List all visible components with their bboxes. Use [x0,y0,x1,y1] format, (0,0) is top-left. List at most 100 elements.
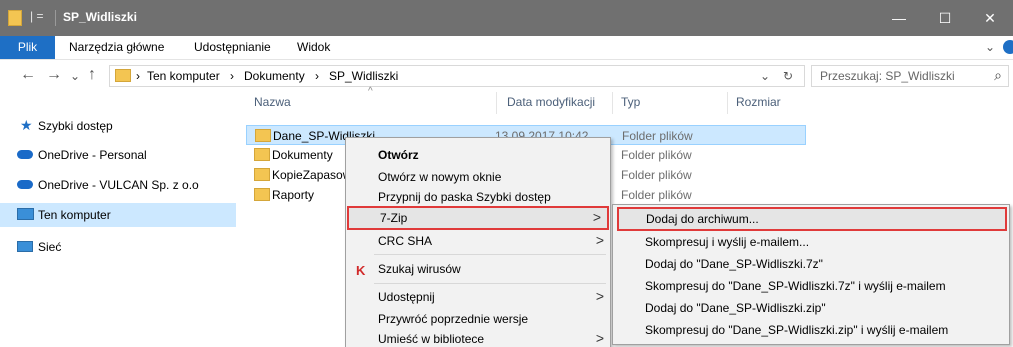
search-input[interactable]: Przeszukaj: SP_Widliszki ⌕ [811,65,1009,87]
tab-narzedzia-glowne[interactable]: Narzędzia główne [69,36,164,59]
column-divider[interactable] [496,92,497,114]
column-header-type[interactable]: Typ [621,95,640,109]
sidebar-item-ten-komputer[interactable]: Ten komputer [0,203,236,227]
file-type: Folder plików [621,168,692,182]
file-name: Dokumenty [272,148,333,162]
navigation-pane: ★ Szybki dostęp OneDrive - Personal OneD… [0,92,238,347]
menu-item-udostepnij[interactable]: Udostępnij > [346,286,610,308]
breadcrumb-dokumenty[interactable]: Dokumenty [244,69,305,83]
sidebar-item-label: OneDrive - VULCAN Sp. z o.o [38,178,199,192]
address-bar-row: ← → ⌄ ↑ › Ten komputer › Dokumenty › SP_… [0,62,1013,90]
submenu-item-dodaj-7z[interactable]: Dodaj do "Dane_SP-Widliszki.7z" [613,253,1009,275]
column-header-name[interactable]: Nazwa [254,95,291,109]
menu-item-label: Dodaj do "Dane_SP-Widliszki.zip" [645,301,826,315]
menu-item-umiesc-w-bibliotece[interactable]: Umieść w bibliotece > [346,328,610,347]
column-header-date[interactable]: Data modyfikacji [507,95,595,109]
sidebar-item-onedrive-personal[interactable]: OneDrive - Personal [0,143,236,167]
menu-item-label: Skompresuj do "Dane_SP-Widliszki.7z" i w… [645,279,946,293]
menu-item-label: Skompresuj do "Dane_SP-Widliszki.zip" i … [645,323,949,337]
address-dropdown-icon[interactable]: ⌄ [760,69,770,83]
menu-item-label: CRC SHA [378,234,433,248]
menu-item-label: Otwórz [378,148,419,162]
cloud-icon [17,150,33,159]
breadcrumb-ten-komputer[interactable]: Ten komputer [147,69,220,83]
menu-separator [374,283,606,284]
tab-widok[interactable]: Widok [297,36,330,59]
submenu-arrow-icon: > [595,232,604,248]
window-title: SP_Widliszki [63,10,137,24]
refresh-icon[interactable]: ↻ [783,69,793,83]
menu-item-crc-sha[interactable]: CRC SHA > [346,230,610,252]
search-placeholder: Przeszukaj: SP_Widliszki [820,69,955,83]
menu-item-przypnij[interactable]: Przypnij do paska Szybki dostęp [346,186,610,208]
help-icon[interactable] [1003,40,1013,54]
file-type: Folder plików [622,129,693,143]
submenu-arrow-icon: > [592,209,601,225]
breadcrumb-separator[interactable]: › [315,69,319,83]
submenu-item-skompresuj-zip-email[interactable]: Skompresuj do "Dane_SP-Widliszki.zip" i … [613,319,1009,341]
menu-item-otworz-w-nowym-oknie[interactable]: Otwórz w nowym oknie [346,166,610,188]
column-divider[interactable] [727,92,728,114]
menu-item-label: Przypnij do paska Szybki dostęp [378,190,551,204]
menu-item-label: 7-Zip [380,211,408,225]
quick-access-toolbar[interactable]: | = [30,9,43,23]
tab-plik[interactable]: Plik [0,36,55,59]
maximize-button[interactable]: ☐ [922,0,968,36]
submenu-arrow-icon: > [595,288,604,304]
folder-icon [254,168,270,181]
forward-button[interactable]: → [46,66,62,84]
submenu-arrow-icon: > [595,330,604,346]
divider [55,10,56,26]
menu-item-label: Skompresuj i wyślij e-mailem... [645,235,810,249]
recent-locations-button[interactable]: ⌄ [70,69,80,83]
close-button[interactable]: ✕ [967,0,1013,36]
menu-item-label: Przywróć poprzednie wersje [378,312,529,326]
menu-item-szukaj-wirusow[interactable]: K Szukaj wirusów [346,258,610,280]
star-icon: ★ [20,117,33,133]
folder-icon [115,69,131,82]
menu-item-label: Dodaj do "Dane_SP-Widliszki.7z" [645,257,823,271]
submenu-item-dodaj-zip[interactable]: Dodaj do "Dane_SP-Widliszki.zip" [613,297,1009,319]
computer-icon [17,208,34,220]
submenu-item-skompresuj-7z-email[interactable]: Skompresuj do "Dane_SP-Widliszki.7z" i w… [613,275,1009,297]
breadcrumb-separator[interactable]: › [230,69,234,83]
menu-separator [374,254,606,255]
search-icon[interactable]: ⌕ [994,67,1002,84]
folder-icon [254,148,270,161]
folder-icon [255,129,271,142]
breadcrumb-sp-widliszki[interactable]: SP_Widliszki [329,69,398,83]
submenu-item-dodaj-do-archiwum[interactable]: Dodaj do archiwum... [617,207,1007,231]
menu-item-label: Umieść w bibliotece [378,332,485,346]
menu-item-przywroc[interactable]: Przywróć poprzednie wersje [346,308,610,330]
sidebar-item-onedrive-vulcan[interactable]: OneDrive - VULCAN Sp. z o.o [0,173,236,197]
menu-item-label: Otwórz w nowym oknie [378,170,502,184]
sidebar-item-szybki-dostep[interactable]: ★ Szybki dostęp [0,114,236,138]
up-button[interactable]: ↑ [88,66,96,84]
file-type: Folder plików [621,188,692,202]
menu-item-7zip[interactable]: 7-Zip > [347,206,609,230]
sidebar-item-label: Sieć [38,240,62,254]
context-menu: Otwórz Otwórz w nowym oknie Przypnij do … [345,137,611,347]
column-divider[interactable] [612,92,613,114]
submenu-item-skompresuj-email[interactable]: Skompresuj i wyślij e-mailem... [613,231,1009,253]
title-bar: | = SP_Widliszki — ☐ ✕ [0,0,1013,36]
cloud-icon [17,180,33,189]
address-bar[interactable]: › Ten komputer › Dokumenty › SP_Widliszk… [109,65,805,87]
minimize-button[interactable]: — [876,0,922,36]
folder-icon [8,10,22,26]
ribbon-collapse-icon[interactable]: ⌄ [985,36,995,59]
tab-udostepnianie[interactable]: Udostępnianie [194,36,271,59]
sort-indicator-icon: ^ [368,86,373,97]
menu-item-label: Szukaj wirusów [378,262,461,276]
network-icon [17,241,33,252]
antivirus-icon: K [356,263,366,278]
back-button[interactable]: ← [20,66,36,84]
folder-icon [254,188,270,201]
sidebar-item-siec[interactable]: Sieć [0,235,236,259]
sidebar-item-label: Ten komputer [38,208,111,222]
column-header-size[interactable]: Rozmiar [736,95,781,109]
submenu-7zip: Dodaj do archiwum... Skompresuj i wyślij… [612,204,1010,345]
breadcrumb-separator[interactable]: › [136,69,140,83]
menu-item-otworz[interactable]: Otwórz [346,144,610,166]
sidebar-item-label: Szybki dostęp [38,119,113,133]
